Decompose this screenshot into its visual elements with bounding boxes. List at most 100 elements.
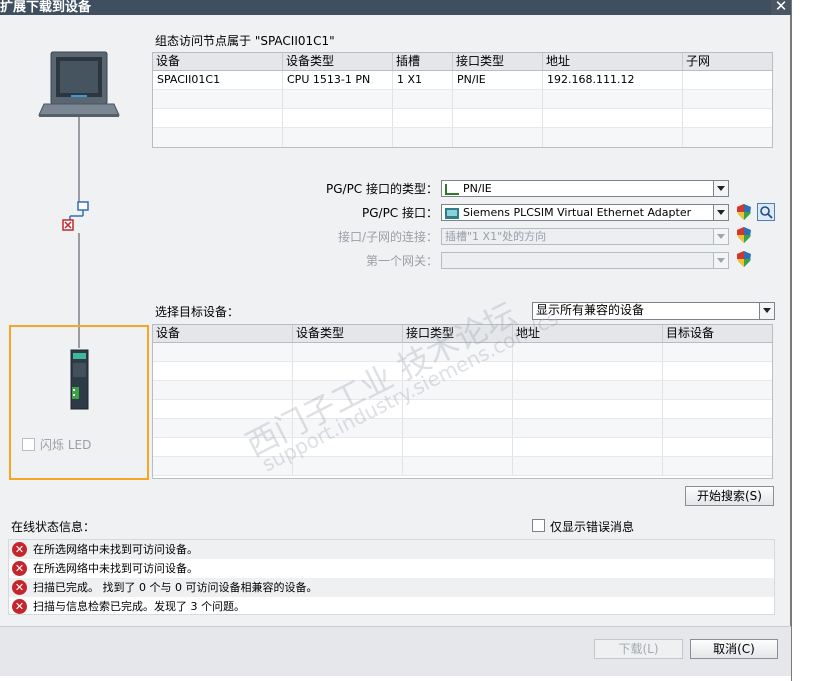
- table-cell: [663, 400, 772, 418]
- table-cell: [513, 381, 663, 399]
- flash-led-label: 闪烁 LED: [40, 438, 92, 452]
- table-row: [153, 343, 772, 362]
- network-type-icon: [445, 183, 459, 195]
- errors-only-label: 仅显示错误消息: [550, 520, 635, 534]
- table-cell: [293, 419, 403, 437]
- table-row: [153, 400, 772, 419]
- error-icon: ✕: [12, 599, 27, 614]
- chevron-down-icon: [713, 253, 728, 268]
- gateway-label: 第一个网关：: [365, 254, 438, 268]
- shield-icon[interactable]: [737, 204, 751, 220]
- table-row: [153, 419, 772, 438]
- table-cell: [663, 419, 772, 437]
- start-search-button[interactable]: 开始搜索(S): [685, 486, 774, 506]
- target-filter-select[interactable]: 显示所有兼容的设备: [532, 302, 775, 320]
- table-cell: [153, 457, 293, 475]
- table-cell: [403, 419, 513, 437]
- table-cell: 192.168.111.12: [543, 71, 683, 89]
- subnet-connection-select[interactable]: 插槽"1 X1"处的方向: [441, 228, 729, 245]
- status-message: ✕ 扫描已完成。 找到了 0 个与 0 可访问设备相兼容的设备。: [9, 578, 774, 597]
- table-cell: [663, 343, 772, 361]
- table-cell: [513, 400, 663, 418]
- cancel-button[interactable]: 取消(C): [690, 639, 778, 659]
- title-bar: 扩展下载到设备: [0, 0, 791, 15]
- shield-icon[interactable]: [737, 227, 751, 243]
- pgpc-interface-value: Siemens PLCSIM Virtual Ethernet Adapter: [463, 206, 692, 219]
- pgpc-type-value: PN/IE: [463, 182, 492, 195]
- table-cell: [403, 343, 513, 361]
- chevron-down-icon[interactable]: [713, 181, 728, 196]
- status-message: ✕ 在所选网络中未找到可访问设备。: [9, 540, 774, 559]
- table-cell: [293, 457, 403, 475]
- chevron-down-icon[interactable]: [759, 303, 774, 319]
- pgpc-type-select[interactable]: PN/IE: [441, 180, 729, 197]
- table-cell: [663, 381, 772, 399]
- table-header: 设备 设备类型 接口类型 地址 目标设备: [153, 325, 772, 343]
- table-cell: 1 X1: [393, 71, 453, 89]
- config-access-table: 设备 设备类型 插槽 接口类型 地址 子网 SPACII01C1 CPU 151…: [152, 52, 773, 148]
- download-button[interactable]: 下载(L): [594, 639, 683, 659]
- table-cell: [513, 362, 663, 380]
- topology-diagram: [9, 51, 149, 480]
- table-cell: [663, 457, 772, 475]
- table-cell: [683, 71, 772, 89]
- chevron-down-icon[interactable]: [713, 205, 728, 220]
- column-header[interactable]: 地址: [513, 325, 663, 342]
- table-cell: [513, 343, 663, 361]
- pgpc-interface-select[interactable]: Siemens PLCSIM Virtual Ethernet Adapter: [441, 204, 729, 221]
- table-cell: [403, 438, 513, 456]
- status-messages: ✕ 在所选网络中未找到可访问设备。 ✕ 在所选网络中未找到可访问设备。 ✕ 扫描已完成…: [8, 539, 775, 615]
- pgpc-interface-label: PG/PC 接口：: [361, 206, 438, 220]
- error-icon: ✕: [12, 561, 27, 576]
- gateway-select[interactable]: [441, 252, 729, 269]
- shield-icon[interactable]: [737, 251, 751, 267]
- status-message: ✕ 扫描与信息检索已完成。发现了 3 个问题。: [9, 597, 774, 616]
- table-row: [153, 90, 772, 109]
- target-rows: [153, 343, 772, 476]
- table-cell: [403, 362, 513, 380]
- table-cell: [153, 438, 293, 456]
- table-cell: [403, 457, 513, 475]
- background-edge: [791, 0, 818, 681]
- column-header[interactable]: 子网: [683, 53, 772, 70]
- table-row[interactable]: SPACII01C1 CPU 1513-1 PN 1 X1 PN/IE 192.…: [153, 71, 772, 90]
- status-message: ✕ 在所选网络中未找到可访问设备。: [9, 559, 774, 578]
- column-header[interactable]: 设备类型: [283, 53, 393, 70]
- table-cell: [513, 438, 663, 456]
- table-cell: [153, 400, 293, 418]
- network-adapter-icon: [445, 207, 459, 219]
- scan-properties-button[interactable]: [757, 203, 775, 221]
- close-button[interactable]: ✕: [771, 0, 791, 15]
- table-cell: [153, 362, 293, 380]
- config-access-heading: 组态访问节点属于 "SPACII01C1": [155, 34, 335, 48]
- table-row: [153, 438, 772, 457]
- network-connector-icon: [69, 201, 89, 221]
- column-header[interactable]: 插槽: [393, 53, 453, 70]
- target-device-label: 选择目标设备：: [155, 305, 240, 319]
- table-cell: [293, 400, 403, 418]
- flash-led-checkbox[interactable]: [22, 438, 35, 451]
- column-header[interactable]: 设备: [153, 53, 283, 70]
- error-connector-icon: [62, 219, 74, 231]
- column-header[interactable]: 设备类型: [293, 325, 403, 342]
- errors-only-checkbox[interactable]: [532, 519, 545, 532]
- chevron-down-icon: [713, 229, 728, 244]
- table-cell: SPACII01C1: [153, 71, 283, 89]
- online-status-label: 在线状态信息：: [11, 520, 96, 534]
- table-cell: [153, 381, 293, 399]
- table-cell: [513, 457, 663, 475]
- column-header[interactable]: 目标设备: [663, 325, 772, 342]
- table-cell: CPU 1513-1 PN: [283, 71, 393, 89]
- column-header[interactable]: 地址: [543, 53, 683, 70]
- table-header: 设备 设备类型 插槽 接口类型 地址 子网: [153, 53, 772, 71]
- table-row: [153, 457, 772, 476]
- column-header[interactable]: 设备: [153, 325, 293, 342]
- target-filter-value: 显示所有兼容的设备: [536, 303, 645, 317]
- column-header[interactable]: 接口类型: [453, 53, 543, 70]
- table-row: [153, 109, 772, 128]
- subnet-connection-value: 插槽"1 X1"处的方向: [445, 230, 547, 243]
- table-cell: [663, 438, 772, 456]
- table-cell: [663, 362, 772, 380]
- column-header[interactable]: 接口类型: [403, 325, 513, 342]
- plc-device-icon: [70, 349, 89, 410]
